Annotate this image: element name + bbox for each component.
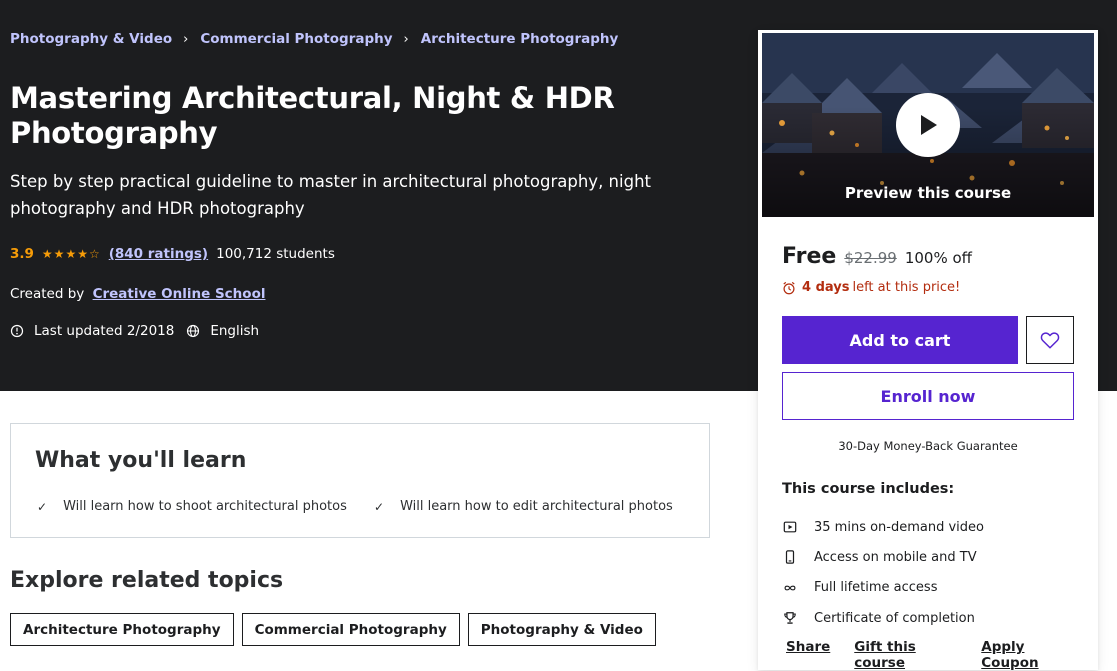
learn-title: What you'll learn bbox=[35, 448, 247, 473]
language: English bbox=[210, 323, 260, 339]
breadcrumb-item-architecture-photography[interactable]: Architecture Photography bbox=[421, 31, 619, 47]
list-item: Full lifetime access bbox=[782, 573, 984, 603]
share-link[interactable]: Share bbox=[786, 639, 830, 671]
course-meta: Last updated 2/2018 English bbox=[10, 323, 259, 339]
heart-icon bbox=[1040, 332, 1060, 349]
rating-row: 3.9 ★★★★☆ (840 ratings) 100,712 students bbox=[10, 246, 335, 262]
what-you-will-learn-box: What you'll learn ✓ Will learn how to sh… bbox=[10, 423, 710, 538]
learn-item: ✓ Will learn how to shoot architectural … bbox=[37, 499, 347, 514]
purchase-sidebar: Preview this course Free $22.99 100% off… bbox=[758, 30, 1098, 671]
list-item: Access on mobile and TV bbox=[782, 542, 984, 572]
money-back-guarantee: 30-Day Money-Back Guarantee bbox=[838, 439, 1018, 453]
topic-button-photography-video[interactable]: Photography & Video bbox=[467, 613, 656, 646]
course-preview[interactable]: Preview this course bbox=[762, 33, 1094, 217]
timer-days: 4 days bbox=[802, 280, 850, 295]
related-topics: Architecture Photography Commercial Phot… bbox=[10, 613, 664, 646]
breadcrumb-item-commercial-photography[interactable]: Commercial Photography bbox=[200, 31, 392, 47]
alarm-clock-icon bbox=[783, 281, 795, 294]
current-price: Free bbox=[782, 244, 837, 269]
play-button[interactable] bbox=[896, 93, 960, 157]
breadcrumb-item-photography-video[interactable]: Photography & Video bbox=[10, 31, 172, 47]
breadcrumb: Photography & Video › Commercial Photogr… bbox=[10, 31, 618, 47]
learn-item-text: Will learn how to edit architectural pho… bbox=[400, 499, 673, 514]
include-text: 35 mins on-demand video bbox=[814, 519, 984, 535]
play-icon bbox=[921, 115, 937, 135]
video-icon bbox=[782, 519, 798, 535]
discount-percent: 100% off bbox=[904, 249, 972, 267]
explore-title: Explore related topics bbox=[10, 568, 284, 593]
sidebar-actions: Share Gift this course Apply Coupon bbox=[786, 639, 1098, 671]
trophy-icon bbox=[782, 610, 798, 626]
include-text: Full lifetime access bbox=[814, 580, 938, 596]
includes-title: This course includes: bbox=[782, 481, 955, 497]
learn-item: ✓ Will learn how to edit architectural p… bbox=[374, 499, 673, 514]
rating-number: 3.9 bbox=[10, 246, 34, 262]
gift-course-link[interactable]: Gift this course bbox=[854, 639, 957, 671]
course-title: Mastering Architectural, Night & HDR Pho… bbox=[10, 81, 615, 150]
list-item: Certificate of completion bbox=[782, 603, 984, 633]
star-rating-icon: ★★★★☆ bbox=[41, 247, 101, 261]
wishlist-button[interactable] bbox=[1026, 316, 1074, 364]
infinity-icon bbox=[782, 580, 798, 596]
ratings-count-link[interactable]: (840 ratings) bbox=[109, 246, 208, 262]
preview-label[interactable]: Preview this course bbox=[762, 184, 1094, 202]
chevron-right-icon: › bbox=[403, 31, 409, 47]
mobile-icon bbox=[782, 549, 798, 565]
topic-button-commercial-photography[interactable]: Commercial Photography bbox=[241, 613, 460, 646]
course-subtitle: Step by step practical guideline to mast… bbox=[10, 172, 652, 218]
apply-coupon-link[interactable]: Apply Coupon bbox=[981, 639, 1074, 671]
created-by-label: Created by bbox=[10, 286, 85, 302]
include-text: Access on mobile and TV bbox=[814, 549, 977, 565]
alert-clock-icon bbox=[10, 324, 24, 338]
chevron-right-icon: › bbox=[183, 31, 189, 47]
students-count: 100,712 students bbox=[216, 246, 335, 262]
last-updated: Last updated 2/2018 bbox=[34, 323, 175, 339]
learn-item-text: Will learn how to shoot architectural ph… bbox=[63, 499, 347, 514]
list-item: 35 mins on-demand video bbox=[782, 512, 984, 542]
check-icon: ✓ bbox=[374, 499, 385, 514]
price-timer: 4 days left at this price! bbox=[782, 280, 960, 295]
includes-list: 35 mins on-demand video Access on mobile… bbox=[782, 512, 984, 633]
original-price: $22.99 bbox=[844, 249, 897, 267]
include-text: Certificate of completion bbox=[814, 610, 975, 626]
price-row: Free $22.99 100% off bbox=[782, 244, 972, 269]
globe-icon bbox=[187, 324, 200, 338]
topic-button-architecture-photography[interactable]: Architecture Photography bbox=[10, 613, 234, 646]
enroll-now-button[interactable]: Enroll now bbox=[782, 372, 1074, 420]
add-to-cart-button[interactable]: Add to cart bbox=[782, 316, 1018, 364]
check-icon: ✓ bbox=[37, 499, 48, 514]
created-by: Created by Creative Online School bbox=[10, 286, 265, 302]
timer-text: left at this price! bbox=[852, 280, 961, 295]
author-link[interactable]: Creative Online School bbox=[93, 286, 266, 302]
